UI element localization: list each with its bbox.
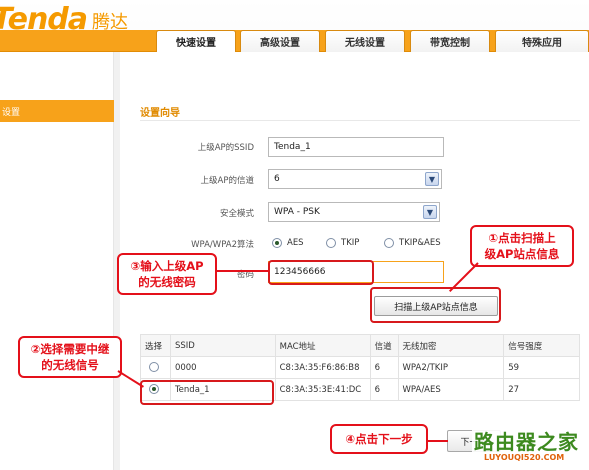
annotation-step3-pointer [217,270,269,272]
row-ssid: 0000 [169,356,276,379]
section-title: 设置向导 [140,108,180,119]
row-mac: C8:3A:35:3E:41:DC [274,378,371,401]
title-divider [140,120,580,121]
row-radio[interactable] [149,362,159,372]
algo-radio-aes[interactable] [272,238,282,248]
col-mac: MAC地址 [274,334,371,357]
annotation-step1-line2: 级AP站点信息 [484,247,560,261]
algo-label: WPA/WPA2算法 [191,240,254,250]
annotation-step4: ④点击下一步 [330,424,428,454]
annotation-step1-line1: ①点击扫描上 [488,231,556,245]
ssid-field[interactable]: Tenda_1 [268,137,444,157]
security-value: WPA - PSK [274,207,320,217]
annotation-step4-pointer [428,440,448,442]
annotation-step3-line1: ③输入上级AP [130,259,204,273]
col-channel: 信道 [369,334,399,357]
row-signal: 27 [503,378,580,401]
algo-radio-tkip-aes[interactable] [384,238,394,248]
tab-wireless[interactable]: 无线设置 [325,30,405,52]
tab-advanced[interactable]: 高级设置 [240,30,320,52]
annotation-step2-line2: 的无线信号 [41,358,99,372]
col-signal: 信号强度 [503,334,580,357]
annotation-step1: ①点击扫描上 级AP站点信息 [470,225,574,267]
sidebar-item-setup[interactable]: 设置 [0,100,114,122]
row-channel: 6 [369,356,399,379]
chevron-down-icon[interactable]: ▼ [423,205,437,219]
channel-value: 6 [274,174,280,184]
security-select[interactable]: WPA - PSK ▼ [268,202,440,222]
algo-label-tkip: TKIP [341,238,360,248]
channel-label: 上级AP的信道 [200,176,254,186]
channel-select[interactable]: 6 ▼ [268,169,442,189]
col-encryption: 无线加密 [397,334,505,357]
tab-quick-setup[interactable]: 快速设置 [156,30,236,52]
row-highlight [140,380,274,405]
row-encryption: WPA/AES [397,378,505,401]
watermark-cn: 路由器之家 [474,430,579,454]
row-encryption: WPA2/TKIP [397,356,505,379]
algo-radio-tkip[interactable] [326,238,336,248]
tab-bandwidth[interactable]: 带宽控制 [410,30,490,52]
watermark: 路由器之家 LUYOUQI520.COM [472,426,589,470]
row-mac: C8:3A:35:F6:86:B8 [274,356,371,379]
chevron-down-icon[interactable]: ▼ [425,172,439,186]
algo-label-aes: AES [287,238,304,248]
annotation-step2: ②选择需要中继 的无线信号 [18,336,122,378]
annotation-step3-line2: 的无线密码 [138,275,196,289]
table-row[interactable]: 0000 C8:3A:35:F6:86:B8 6 WPA2/TKIP 59 [140,356,580,379]
security-label: 安全模式 [219,209,254,219]
row-channel: 6 [369,378,399,401]
tab-special[interactable]: 特殊应用 [495,30,589,52]
table-header-row: 选择 SSID MAC地址 信道 无线加密 信号强度 [140,334,580,357]
col-ssid: SSID [169,334,276,357]
col-select: 选择 [140,334,171,357]
row-signal: 59 [503,356,580,379]
sidebar: 设置 [0,52,114,470]
watermark-en: LUYOUQI520.COM [484,453,565,462]
password-highlight [268,260,374,285]
annotation-step2-line1: ②选择需要中继 [30,342,110,356]
annotation-step3: ③输入上级AP 的无线密码 [117,253,217,295]
scan-button-highlight [370,287,501,323]
row-select-cell [140,356,171,379]
ssid-label: 上级AP的SSID [197,143,254,153]
algo-label-tkip-aes: TKIP&AES [399,238,441,248]
